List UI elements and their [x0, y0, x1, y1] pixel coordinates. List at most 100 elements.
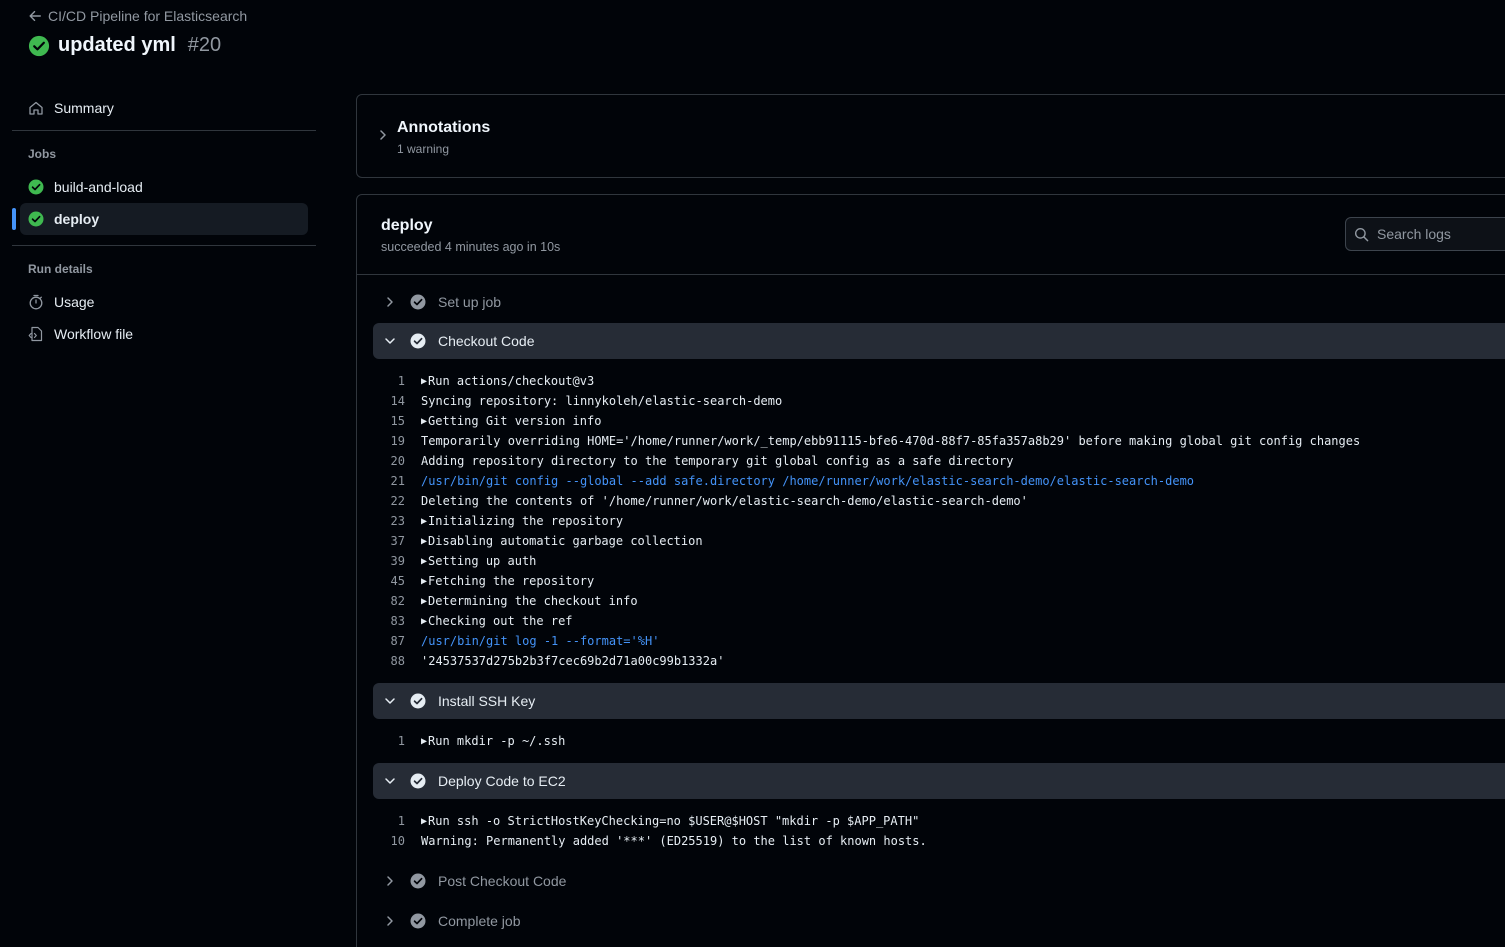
log-text: Checking out the ref	[428, 614, 573, 628]
log-text: Run actions/checkout@v3	[428, 374, 595, 388]
chevron-right-icon	[387, 916, 393, 926]
log-text: Run ssh -o StrictHostKeyChecking=no $USE…	[428, 814, 920, 828]
check-circle-fill-icon	[28, 179, 44, 195]
divider	[12, 130, 316, 131]
arrow-left-icon	[29, 10, 41, 22]
step-deploy-code-to-ec2[interactable]: Deploy Code to EC2	[373, 763, 1505, 799]
log-line-group[interactable]: 23 ▶ Initializing the repository	[373, 511, 624, 531]
line-number[interactable]: 22	[373, 494, 421, 508]
line-number[interactable]: 82	[373, 594, 421, 608]
step-set-up-job[interactable]: Set up job	[373, 284, 1505, 320]
line-number[interactable]: 1	[373, 374, 421, 388]
log-text: Setting up auth	[428, 554, 537, 568]
annotations-title: Annotations	[397, 119, 491, 136]
line-number[interactable]: 20	[373, 454, 421, 468]
line-number[interactable]: 1	[373, 814, 421, 828]
sidebar-item-usage[interactable]: Usage	[12, 286, 316, 318]
log-line: 19 Temporarily overriding HOME='/home/run…	[373, 431, 1361, 451]
chevron-right-icon	[387, 876, 393, 886]
log-text: Disabling automatic garbage collection	[428, 534, 703, 548]
log-text: Fetching the repository	[428, 574, 595, 588]
log-line-group[interactable]: 39 ▶ Setting up auth	[373, 551, 537, 571]
step-label: Install SSH Key	[438, 693, 536, 709]
log-text: Temporarily overriding HOME='/home/runne…	[421, 434, 1361, 448]
line-number[interactable]: 87	[373, 634, 421, 648]
sidebar-item-deploy[interactable]: deploy	[12, 203, 308, 235]
sidebar-item-label: Summary	[54, 100, 114, 116]
sidebar: Summary Jobs build-and-load deploy Run d…	[12, 92, 316, 350]
line-number[interactable]: 23	[373, 514, 421, 528]
check-circle-icon	[410, 693, 426, 709]
sidebar-item-label: Usage	[54, 294, 95, 310]
triangle-right-icon: ▶	[421, 415, 428, 427]
log-text: /usr/bin/git log -1 --format='%H'	[421, 634, 660, 648]
line-number[interactable]: 15	[373, 414, 421, 428]
run-details-heading: Run details	[28, 262, 93, 276]
sidebar-item-build-and-load[interactable]: build-and-load	[12, 171, 316, 203]
line-number[interactable]: 83	[373, 614, 421, 628]
log-line-group[interactable]: 1 ▶ Run ssh -o StrictHostKeyChecking=no $U…	[373, 811, 920, 831]
triangle-right-icon: ▶	[421, 535, 428, 547]
log-line-group[interactable]: 1 ▶ Run actions/checkout@v3	[373, 371, 594, 391]
log-line: 88'24537537d275b2b3f7cec69b2d71a00c99b13…	[373, 651, 725, 671]
job-name: deploy	[381, 217, 433, 234]
log-line: 14 Syncing repository: linnykoleh/elastic…	[373, 391, 783, 411]
sidebar-item-summary[interactable]: Summary	[12, 92, 316, 124]
log-text: Syncing repository: linnykoleh/elastic-s…	[421, 394, 783, 408]
check-circle-icon	[410, 294, 426, 310]
step-label: Checkout Code	[438, 333, 535, 349]
step-label: Deploy Code to EC2	[438, 773, 566, 789]
log-line-group[interactable]: 37 ▶ Disabling automatic garbage collectio…	[373, 531, 703, 551]
log-line-group[interactable]: 1 ▶ Run mkdir -p ~/.ssh	[373, 731, 566, 751]
log-text: '24537537d275b2b3f7cec69b2d71a00c99b1332…	[421, 654, 725, 668]
line-number[interactable]: 14	[373, 394, 421, 408]
run-header: CI/CD Pipeline for Elasticsearch updated…	[0, 0, 1505, 80]
jobs-heading: Jobs	[28, 147, 57, 161]
check-circle-fill-icon	[28, 211, 44, 227]
step-install-ssh-key[interactable]: Install SSH Key	[373, 683, 1505, 719]
line-number[interactable]: 45	[373, 574, 421, 588]
step-complete-job[interactable]: Complete job	[373, 903, 1505, 939]
triangle-right-icon: ▶	[421, 375, 428, 387]
step-label: Post Checkout Code	[438, 873, 567, 889]
log-line-group[interactable]: 82 ▶ Determining the checkout info	[373, 591, 638, 611]
job-status: succeeded 4 minutes ago in 10s	[381, 240, 561, 254]
breadcrumb-label: CI/CD Pipeline for Elasticsearch	[48, 8, 248, 24]
search-logs-input[interactable]	[1377, 226, 1497, 242]
triangle-right-icon: ▶	[421, 815, 428, 827]
check-circle-icon	[410, 873, 426, 889]
page-title-row: updated yml #20	[28, 34, 221, 57]
log-line-group[interactable]: 83 ▶ Checking out the ref	[373, 611, 573, 631]
step-label: Complete job	[438, 913, 521, 929]
line-number[interactable]: 39	[373, 554, 421, 568]
search-icon	[1354, 227, 1369, 241]
line-number[interactable]: 10	[373, 834, 421, 848]
log-line: 21/usr/bin/git config --global --add saf…	[373, 471, 1195, 491]
line-number[interactable]: 21	[373, 474, 421, 488]
log-text: Getting Git version info	[428, 414, 602, 428]
search-logs-box[interactable]	[1345, 217, 1505, 251]
log-text: Deleting the contents of '/home/runner/w…	[421, 494, 1028, 508]
page-title: updated yml	[58, 34, 176, 56]
triangle-right-icon: ▶	[421, 575, 428, 587]
annotations-count: 1 warning	[397, 142, 450, 156]
log-line-group[interactable]: 45 ▶ Fetching the repository	[373, 571, 595, 591]
sidebar-item-label: deploy	[54, 211, 100, 227]
breadcrumb-back-link[interactable]: CI/CD Pipeline for Elasticsearch	[28, 8, 247, 24]
triangle-right-icon: ▶	[421, 735, 428, 747]
log-line-group[interactable]: 15 ▶ Getting Git version info	[373, 411, 602, 431]
log-line: 10 Warning: Permanently added '***' (ED25…	[373, 831, 927, 851]
chevron-right-icon	[380, 130, 386, 140]
step-post-checkout-code[interactable]: Post Checkout Code	[373, 863, 1505, 899]
line-number[interactable]: 88	[373, 654, 421, 668]
line-number[interactable]: 1	[373, 734, 421, 748]
step-checkout-code[interactable]: Checkout Code	[373, 323, 1505, 359]
sidebar-item-workflow-file[interactable]: Workflow file	[12, 318, 316, 350]
home-icon	[29, 101, 43, 115]
log-line: 20 Adding repository directory to the tem…	[373, 451, 1014, 471]
line-number[interactable]: 19	[373, 434, 421, 448]
line-number[interactable]: 37	[373, 534, 421, 548]
check-circle-icon	[410, 333, 426, 349]
log-text: Warning: Permanently added '***' (ED2551…	[421, 834, 927, 848]
annotations-panel[interactable]: Annotations 1 warning	[356, 94, 1505, 178]
